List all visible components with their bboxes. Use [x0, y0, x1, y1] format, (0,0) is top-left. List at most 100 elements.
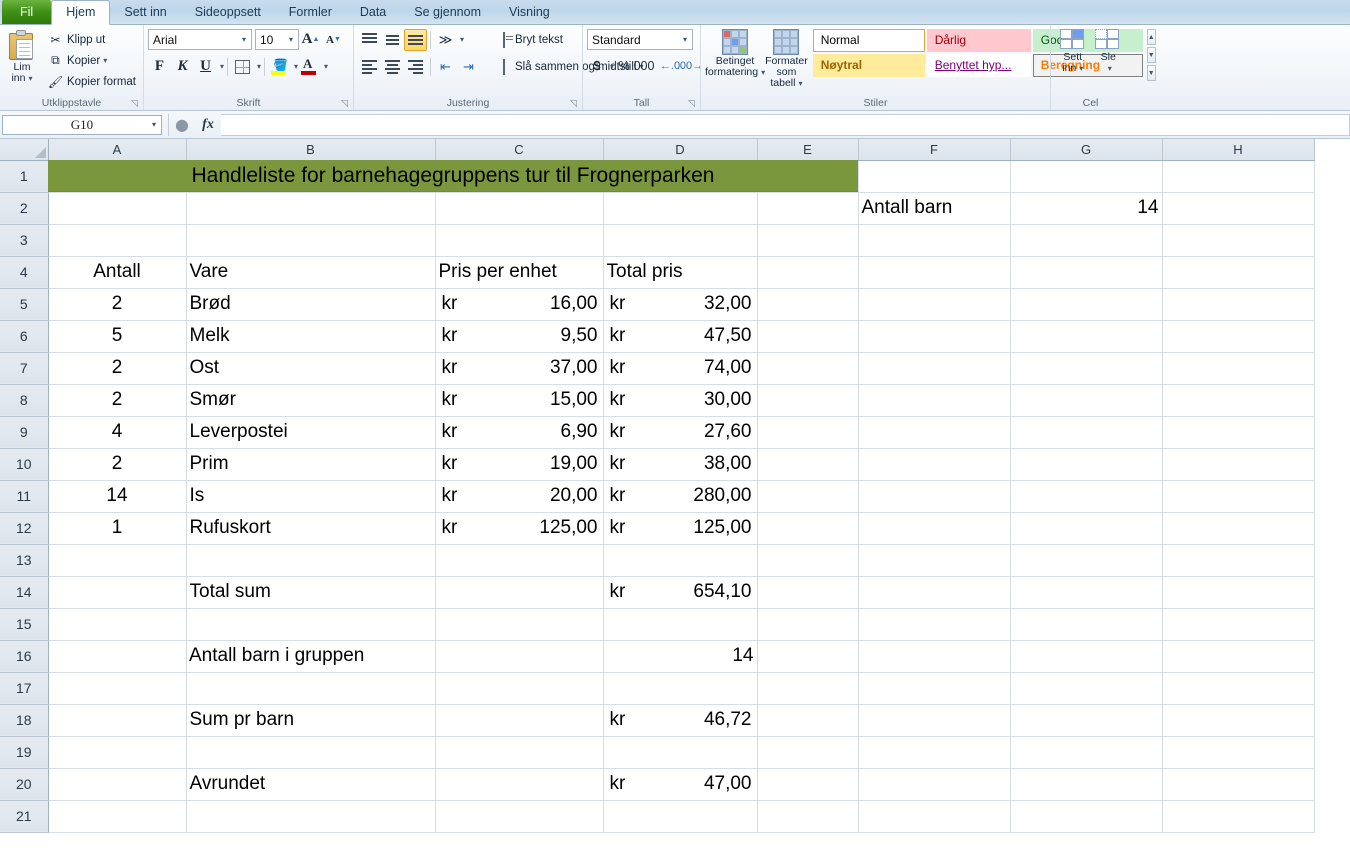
cell-a12-antall[interactable]: 1	[48, 512, 187, 545]
row-header-9[interactable]: 9	[0, 416, 49, 449]
underline-button[interactable]: U	[194, 56, 217, 78]
cell-g5[interactable]	[1010, 288, 1163, 321]
cell-c18[interactable]	[435, 704, 604, 737]
cell-d10-total[interactable]: kr 38,00	[603, 448, 758, 481]
cell-h16[interactable]	[1162, 640, 1315, 673]
cell-a8-antall[interactable]: 2	[48, 384, 187, 417]
cell-g15[interactable]	[1010, 608, 1163, 641]
chevron-down-icon[interactable]: ▾	[257, 62, 261, 71]
cell-a18[interactable]	[48, 704, 187, 737]
cell-e16[interactable]	[757, 640, 859, 673]
cell-d16-children-value[interactable]: 14	[603, 640, 758, 673]
cell-c7-pris[interactable]: kr 37,00	[435, 352, 604, 385]
cell-b10-vare[interactable]: Prim	[186, 448, 436, 481]
cell-f20[interactable]	[858, 768, 1011, 801]
cell-e8[interactable]	[757, 384, 859, 417]
row-header-17[interactable]: 17	[0, 672, 49, 705]
row-header-8[interactable]: 8	[0, 384, 49, 417]
row-header-19[interactable]: 19	[0, 736, 49, 769]
cell-g13[interactable]	[1010, 544, 1163, 577]
row-header-2[interactable]: 2	[0, 192, 49, 225]
delete-cells-button[interactable]: Sle ▾	[1091, 28, 1127, 97]
tab-fil[interactable]: Fil	[2, 0, 52, 24]
cell-h2[interactable]	[1162, 192, 1315, 225]
cell-f3[interactable]	[858, 224, 1011, 257]
cell-b13[interactable]	[186, 544, 436, 577]
cell-b19[interactable]	[186, 736, 436, 769]
cell-h12[interactable]	[1162, 512, 1315, 545]
cell-a13[interactable]	[48, 544, 187, 577]
cell-e2[interactable]	[757, 192, 859, 225]
row-header-3[interactable]: 3	[0, 224, 49, 257]
align-center-button[interactable]	[381, 56, 404, 78]
cell-f2-antall-barn-label[interactable]: Antall barn	[858, 192, 1011, 225]
cell-b2[interactable]	[186, 192, 436, 225]
cell-h7[interactable]	[1162, 352, 1315, 385]
cell-c21[interactable]	[435, 800, 604, 833]
cell-f9[interactable]	[858, 416, 1011, 449]
cell-g21[interactable]	[1010, 800, 1163, 833]
cell-g7[interactable]	[1010, 352, 1163, 385]
cell-d15[interactable]	[603, 608, 758, 641]
cell-h17[interactable]	[1162, 672, 1315, 705]
cell-d6-total[interactable]: kr 47,50	[603, 320, 758, 353]
cell-a19[interactable]	[48, 736, 187, 769]
tab-visning[interactable]: Visning	[495, 0, 564, 24]
cancel-formula-icon[interactable]: ⬤	[169, 114, 195, 136]
row-header-12[interactable]: 12	[0, 512, 49, 545]
column-header-b[interactable]: B	[186, 139, 436, 161]
fill-color-button[interactable]: 🪣	[268, 56, 291, 78]
cell-g11[interactable]	[1010, 480, 1163, 513]
cell-c4-pris-header[interactable]: Pris per enhet	[435, 256, 604, 289]
cell-c17[interactable]	[435, 672, 604, 705]
cell-h11[interactable]	[1162, 480, 1315, 513]
cell-h6[interactable]	[1162, 320, 1315, 353]
cell-f5[interactable]	[858, 288, 1011, 321]
cell-d5-total[interactable]: kr 32,00	[603, 288, 758, 321]
cell-c19[interactable]	[435, 736, 604, 769]
paste-button[interactable]: Lim inn ▾	[4, 28, 40, 97]
cell-c12-pris[interactable]: kr 125,00	[435, 512, 604, 545]
cell-e19[interactable]	[757, 736, 859, 769]
align-top-button[interactable]	[358, 29, 381, 51]
cell-f7[interactable]	[858, 352, 1011, 385]
name-box[interactable]: G10 ▾	[2, 114, 162, 135]
cell-h21[interactable]	[1162, 800, 1315, 833]
cell-e9[interactable]	[757, 416, 859, 449]
cell-e12[interactable]	[757, 512, 859, 545]
cell-d7-total[interactable]: kr 74,00	[603, 352, 758, 385]
style-normal[interactable]: Normal	[812, 29, 925, 52]
cell-h15[interactable]	[1162, 608, 1315, 641]
cell-d19[interactable]	[603, 736, 758, 769]
cell-b9-vare[interactable]: Leverpostei	[186, 416, 436, 449]
cell-h1[interactable]	[1162, 160, 1315, 193]
cell-a7-antall[interactable]: 2	[48, 352, 187, 385]
grow-font-button[interactable]: A ▲	[299, 29, 322, 51]
font-color-button[interactable]: A	[298, 56, 321, 78]
cell-a9-antall[interactable]: 4	[48, 416, 187, 449]
cell-a4-antall-header[interactable]: Antall	[48, 256, 187, 289]
row-header-16[interactable]: 16	[0, 640, 49, 673]
increase-indent-button[interactable]: ⇥	[457, 56, 480, 78]
align-right-button[interactable]	[404, 56, 427, 78]
alignment-dialog-launcher-icon[interactable]: ◹	[570, 99, 579, 108]
cell-d8-total[interactable]: kr 30,00	[603, 384, 758, 417]
cell-d4-total-header[interactable]: Total pris	[603, 256, 758, 289]
cell-f14[interactable]	[858, 576, 1011, 609]
cell-d14-total-sum-value[interactable]: kr 654,10	[603, 576, 758, 609]
formula-input[interactable]	[221, 113, 1350, 136]
cell-e15[interactable]	[757, 608, 859, 641]
cell-f6[interactable]	[858, 320, 1011, 353]
cell-c8-pris[interactable]: kr 15,00	[435, 384, 604, 417]
cell-b17[interactable]	[186, 672, 436, 705]
cell-h3[interactable]	[1162, 224, 1315, 257]
cell-e17[interactable]	[757, 672, 859, 705]
cell-b7-vare[interactable]: Ost	[186, 352, 436, 385]
borders-button[interactable]	[231, 56, 254, 78]
cell-d17[interactable]	[603, 672, 758, 705]
cell-g1[interactable]	[1010, 160, 1163, 193]
cell-a16[interactable]	[48, 640, 187, 673]
cell-e5[interactable]	[757, 288, 859, 321]
cell-d20-rounded-value[interactable]: kr 47,00	[603, 768, 758, 801]
chevron-down-icon[interactable]: ▾	[460, 35, 464, 44]
